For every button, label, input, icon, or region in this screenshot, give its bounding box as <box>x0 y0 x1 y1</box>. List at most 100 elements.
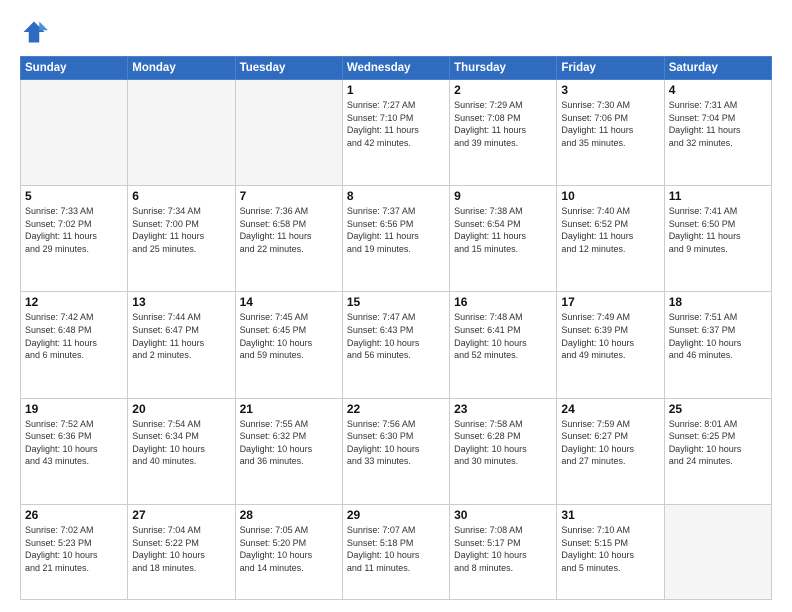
day-number: 6 <box>132 189 230 203</box>
calendar-table: SundayMondayTuesdayWednesdayThursdayFrid… <box>20 56 772 600</box>
weekday-header-monday: Monday <box>128 57 235 80</box>
calendar-cell: 29 Sunrise: 7:07 AM Sunset: 5:18 PM Dayli… <box>342 504 449 599</box>
calendar-cell: 3Sunrise: 7:30 AM Sunset: 7:06 PM Daylig… <box>557 80 664 186</box>
day-number: 8 <box>347 189 445 203</box>
day-info: Sunrise: 7:40 AM Sunset: 6:52 PM Dayligh… <box>561 205 659 255</box>
day-info: Sunrise: 7:34 AM Sunset: 7:00 PM Dayligh… <box>132 205 230 255</box>
day-number: 29 <box>347 508 445 522</box>
day-info: Sunrise: 7:05 AM Sunset: 5:20 PM Dayligh… <box>240 524 338 574</box>
day-info: Sunrise: 7:59 AM Sunset: 6:27 PM Dayligh… <box>561 418 659 468</box>
day-number: 13 <box>132 295 230 309</box>
calendar-cell <box>235 80 342 186</box>
day-info: Sunrise: 7:41 AM Sunset: 6:50 PM Dayligh… <box>669 205 767 255</box>
day-number: 17 <box>561 295 659 309</box>
day-info: Sunrise: 7:47 AM Sunset: 6:43 PM Dayligh… <box>347 311 445 361</box>
weekday-header-sunday: Sunday <box>21 57 128 80</box>
day-info: Sunrise: 7:55 AM Sunset: 6:32 PM Dayligh… <box>240 418 338 468</box>
day-info: Sunrise: 7:27 AM Sunset: 7:10 PM Dayligh… <box>347 99 445 149</box>
calendar-cell <box>21 80 128 186</box>
calendar-cell: 15 Sunrise: 7:47 AM Sunset: 6:43 PM Dayli… <box>342 292 449 398</box>
calendar-cell: 25 Sunrise: 8:01 AM Sunset: 6:25 PM Dayli… <box>664 398 771 504</box>
day-number: 10 <box>561 189 659 203</box>
day-number: 22 <box>347 402 445 416</box>
day-info: Sunrise: 7:51 AM Sunset: 6:37 PM Dayligh… <box>669 311 767 361</box>
calendar-cell <box>664 504 771 599</box>
logo-icon <box>20 18 48 46</box>
day-info: Sunrise: 7:31 AM Sunset: 7:04 PM Dayligh… <box>669 99 767 149</box>
day-info: Sunrise: 7:54 AM Sunset: 6:34 PM Dayligh… <box>132 418 230 468</box>
calendar-cell: 8Sunrise: 7:37 AM Sunset: 6:56 PM Daylig… <box>342 186 449 292</box>
day-number: 7 <box>240 189 338 203</box>
day-info: Sunrise: 7:44 AM Sunset: 6:47 PM Dayligh… <box>132 311 230 361</box>
day-info: Sunrise: 7:10 AM Sunset: 5:15 PM Dayligh… <box>561 524 659 574</box>
calendar-cell: 11 Sunrise: 7:41 AM Sunset: 6:50 PM Dayli… <box>664 186 771 292</box>
day-info: Sunrise: 8:01 AM Sunset: 6:25 PM Dayligh… <box>669 418 767 468</box>
weekday-header-saturday: Saturday <box>664 57 771 80</box>
day-number: 26 <box>25 508 123 522</box>
calendar-cell: 14 Sunrise: 7:45 AM Sunset: 6:45 PM Dayli… <box>235 292 342 398</box>
day-number: 1 <box>347 83 445 97</box>
calendar-cell: 18 Sunrise: 7:51 AM Sunset: 6:37 PM Dayli… <box>664 292 771 398</box>
day-info: Sunrise: 7:49 AM Sunset: 6:39 PM Dayligh… <box>561 311 659 361</box>
day-number: 4 <box>669 83 767 97</box>
day-info: Sunrise: 7:48 AM Sunset: 6:41 PM Dayligh… <box>454 311 552 361</box>
calendar-cell: 16 Sunrise: 7:48 AM Sunset: 6:41 PM Dayli… <box>450 292 557 398</box>
day-number: 14 <box>240 295 338 309</box>
calendar-cell: 9Sunrise: 7:38 AM Sunset: 6:54 PM Daylig… <box>450 186 557 292</box>
day-number: 19 <box>25 402 123 416</box>
calendar-cell: 4 Sunrise: 7:31 AM Sunset: 7:04 PM Daylig… <box>664 80 771 186</box>
calendar-cell: 30 Sunrise: 7:08 AM Sunset: 5:17 PM Dayli… <box>450 504 557 599</box>
calendar-cell: 19 Sunrise: 7:52 AM Sunset: 6:36 PM Dayli… <box>21 398 128 504</box>
calendar-cell: 17 Sunrise: 7:49 AM Sunset: 6:39 PM Dayli… <box>557 292 664 398</box>
calendar-cell: 12 Sunrise: 7:42 AM Sunset: 6:48 PM Dayli… <box>21 292 128 398</box>
day-info: Sunrise: 7:45 AM Sunset: 6:45 PM Dayligh… <box>240 311 338 361</box>
day-number: 3 <box>561 83 659 97</box>
calendar-cell: 24Sunrise: 7:59 AM Sunset: 6:27 PM Dayli… <box>557 398 664 504</box>
day-info: Sunrise: 7:36 AM Sunset: 6:58 PM Dayligh… <box>240 205 338 255</box>
day-number: 16 <box>454 295 552 309</box>
day-number: 31 <box>561 508 659 522</box>
day-info: Sunrise: 7:38 AM Sunset: 6:54 PM Dayligh… <box>454 205 552 255</box>
calendar-cell: 13 Sunrise: 7:44 AM Sunset: 6:47 PM Dayli… <box>128 292 235 398</box>
weekday-header-row: SundayMondayTuesdayWednesdayThursdayFrid… <box>21 57 772 80</box>
calendar-week-1: 1 Sunrise: 7:27 AM Sunset: 7:10 PM Daylig… <box>21 80 772 186</box>
calendar-cell: 22 Sunrise: 7:56 AM Sunset: 6:30 PM Dayli… <box>342 398 449 504</box>
day-info: Sunrise: 7:33 AM Sunset: 7:02 PM Dayligh… <box>25 205 123 255</box>
day-number: 5 <box>25 189 123 203</box>
calendar-cell: 27Sunrise: 7:04 AM Sunset: 5:22 PM Dayli… <box>128 504 235 599</box>
day-info: Sunrise: 7:58 AM Sunset: 6:28 PM Dayligh… <box>454 418 552 468</box>
day-number: 25 <box>669 402 767 416</box>
day-number: 18 <box>669 295 767 309</box>
calendar-cell: 26 Sunrise: 7:02 AM Sunset: 5:23 PM Dayli… <box>21 504 128 599</box>
day-number: 23 <box>454 402 552 416</box>
header <box>20 18 772 46</box>
day-number: 11 <box>669 189 767 203</box>
logo <box>20 18 52 46</box>
calendar-week-3: 12 Sunrise: 7:42 AM Sunset: 6:48 PM Dayli… <box>21 292 772 398</box>
day-info: Sunrise: 7:56 AM Sunset: 6:30 PM Dayligh… <box>347 418 445 468</box>
calendar-cell: 1 Sunrise: 7:27 AM Sunset: 7:10 PM Daylig… <box>342 80 449 186</box>
calendar-cell: 28 Sunrise: 7:05 AM Sunset: 5:20 PM Dayli… <box>235 504 342 599</box>
day-number: 20 <box>132 402 230 416</box>
weekday-header-wednesday: Wednesday <box>342 57 449 80</box>
day-number: 30 <box>454 508 552 522</box>
day-info: Sunrise: 7:07 AM Sunset: 5:18 PM Dayligh… <box>347 524 445 574</box>
calendar-cell: 31 Sunrise: 7:10 AM Sunset: 5:15 PM Dayli… <box>557 504 664 599</box>
calendar-cell: 10 Sunrise: 7:40 AM Sunset: 6:52 PM Dayli… <box>557 186 664 292</box>
calendar-cell: 7 Sunrise: 7:36 AM Sunset: 6:58 PM Daylig… <box>235 186 342 292</box>
day-info: Sunrise: 7:02 AM Sunset: 5:23 PM Dayligh… <box>25 524 123 574</box>
day-info: Sunrise: 7:29 AM Sunset: 7:08 PM Dayligh… <box>454 99 552 149</box>
calendar-week-5: 26 Sunrise: 7:02 AM Sunset: 5:23 PM Dayli… <box>21 504 772 599</box>
calendar-cell: 20 Sunrise: 7:54 AM Sunset: 6:34 PM Dayli… <box>128 398 235 504</box>
day-number: 21 <box>240 402 338 416</box>
weekday-header-tuesday: Tuesday <box>235 57 342 80</box>
calendar-cell: 5 Sunrise: 7:33 AM Sunset: 7:02 PM Daylig… <box>21 186 128 292</box>
day-number: 15 <box>347 295 445 309</box>
day-info: Sunrise: 7:52 AM Sunset: 6:36 PM Dayligh… <box>25 418 123 468</box>
calendar-week-4: 19 Sunrise: 7:52 AM Sunset: 6:36 PM Dayli… <box>21 398 772 504</box>
day-info: Sunrise: 7:08 AM Sunset: 5:17 PM Dayligh… <box>454 524 552 574</box>
day-number: 12 <box>25 295 123 309</box>
day-number: 28 <box>240 508 338 522</box>
day-number: 27 <box>132 508 230 522</box>
day-info: Sunrise: 7:42 AM Sunset: 6:48 PM Dayligh… <box>25 311 123 361</box>
